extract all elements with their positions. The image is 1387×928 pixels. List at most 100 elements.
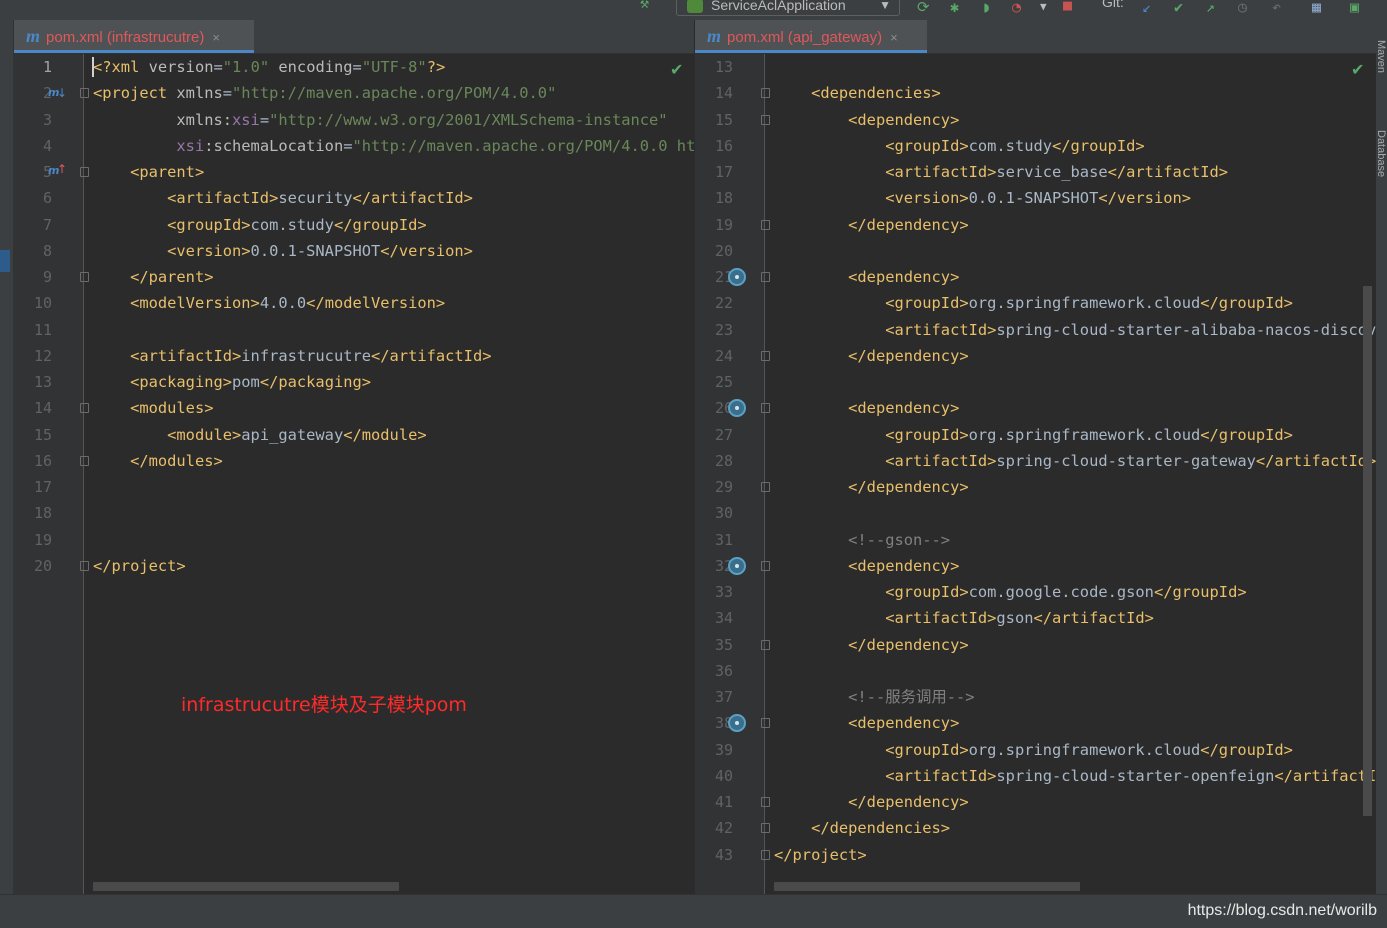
profile-icon[interactable]: ◔ xyxy=(1012,0,1021,15)
run-anything-icon[interactable]: ▣ xyxy=(1350,0,1359,15)
code-line[interactable]: <artifactId>infrastrucutre</artifactId> xyxy=(93,343,491,369)
code-line[interactable]: <artifactId>spring-cloud-starter-gateway… xyxy=(774,448,1376,474)
code-line[interactable]: <modelVersion>4.0.0</modelVersion> xyxy=(93,290,445,316)
code-line[interactable]: <dependency> xyxy=(774,553,959,579)
git-history-icon[interactable]: ◷ xyxy=(1238,0,1247,15)
code-line[interactable]: <dependencies> xyxy=(774,80,941,106)
tab-pom-infrastrucutre[interactable]: m pom.xml (infrastrucutre) × xyxy=(14,20,254,53)
fold-marker-icon[interactable] xyxy=(761,823,770,834)
fold-marker-icon[interactable] xyxy=(761,639,770,650)
code-line[interactable]: xmlns:xsi="http://www.w3.org/2001/XMLSch… xyxy=(93,107,667,133)
code-line[interactable]: <dependency> xyxy=(774,107,959,133)
maven-tool-button[interactable]: Maven xyxy=(1376,40,1387,73)
code-line[interactable]: <dependency> xyxy=(774,264,959,290)
code-line[interactable]: <artifactId>security</artifactId> xyxy=(93,185,473,211)
fold-marker-icon[interactable] xyxy=(80,403,89,414)
code-line[interactable]: </modules> xyxy=(93,448,223,474)
code-line[interactable]: <project xmlns="http://maven.apache.org/… xyxy=(93,80,556,106)
build-hammer-icon[interactable]: ⚒ xyxy=(640,0,649,11)
code-line[interactable]: xsi:schemaLocation="http://maven.apache.… xyxy=(93,133,694,159)
code-line[interactable]: <?xml version="1.0" encoding="UTF-8"?> xyxy=(93,54,445,80)
fold-marker-icon[interactable] xyxy=(761,350,770,361)
code-line[interactable]: <dependency> xyxy=(774,395,959,421)
fold-marker-icon[interactable] xyxy=(761,219,770,230)
code-line[interactable]: </dependency> xyxy=(774,212,968,238)
tab-label: pom.xml (infrastrucutre) xyxy=(46,29,205,46)
line-number: 24 xyxy=(714,346,733,365)
fold-marker-icon[interactable] xyxy=(80,167,89,177)
close-icon[interactable]: × xyxy=(212,30,220,45)
code-line[interactable]: </project> xyxy=(774,842,867,868)
left-editor-pane[interactable]: 1 <?xml version="1.0" encoding="UTF-8"?> 2… xyxy=(14,54,694,894)
code-line[interactable]: <groupId>org.springframework.cloud</grou… xyxy=(774,290,1293,316)
fold-marker-icon[interactable] xyxy=(761,482,770,492)
fold-marker-icon[interactable] xyxy=(80,272,89,282)
line-number: 16 xyxy=(33,451,52,470)
more-run-options-icon[interactable]: ▼ xyxy=(1040,0,1047,14)
line-number: 19 xyxy=(714,215,733,234)
right-editor-pane[interactable]: 13 14 <dependencies> 15 <dependency> 16 <gr… xyxy=(695,54,1376,894)
fold-marker-icon[interactable] xyxy=(80,88,89,99)
code-line[interactable]: <artifactId>spring-cloud-starter-openfei… xyxy=(774,763,1376,789)
code-line[interactable]: <dependency> xyxy=(774,710,959,736)
vertical-scrollbar[interactable] xyxy=(1363,286,1372,816)
git-push-icon[interactable]: ↗ xyxy=(1206,0,1215,15)
line-number: 14 xyxy=(714,84,733,103)
code-line[interactable]: </parent> xyxy=(93,264,213,290)
dependency-navigate-icon[interactable] xyxy=(728,556,746,575)
stop-icon[interactable]: ■ xyxy=(1063,0,1072,13)
code-line[interactable]: <groupId>com.study</groupId> xyxy=(774,133,1144,159)
code-line[interactable]: <artifactId>service_base</artifactId> xyxy=(774,159,1228,185)
line-number: 33 xyxy=(714,583,733,601)
run-icon[interactable]: ⟳ xyxy=(917,0,930,15)
code-line[interactable]: </dependency> xyxy=(774,474,968,500)
code-line[interactable]: </project> xyxy=(93,553,186,579)
tab-pom-api-gateway[interactable]: m pom.xml (api_gateway) × xyxy=(695,20,927,53)
project-structure-icon[interactable]: ▦ xyxy=(1312,0,1321,15)
code-line[interactable]: <version>0.0.1-SNAPSHOT</version> xyxy=(93,238,473,264)
fold-marker-icon[interactable] xyxy=(761,272,770,282)
code-line[interactable]: <groupId>com.google.code.gson</groupId> xyxy=(774,579,1246,605)
git-commit-icon[interactable]: ✔ xyxy=(1174,0,1183,15)
fold-marker-icon[interactable] xyxy=(761,403,770,414)
debug-icon[interactable]: ✱ xyxy=(950,0,959,15)
code-line[interactable]: <version>0.0.1-SNAPSHOT</version> xyxy=(774,185,1191,211)
git-update-icon[interactable]: ↙ xyxy=(1142,0,1151,15)
run-configuration-label: ServiceAclApplication xyxy=(711,0,846,13)
code-line[interactable]: <!--服务调用--> xyxy=(774,684,974,710)
database-tool-button[interactable]: Database xyxy=(1376,130,1387,177)
git-rollback-icon[interactable]: ↶ xyxy=(1272,0,1281,15)
code-line[interactable]: </dependency> xyxy=(774,343,968,369)
code-line[interactable]: </dependencies> xyxy=(774,815,950,841)
fold-marker-icon[interactable] xyxy=(761,560,770,571)
code-line[interactable]: <artifactId>spring-cloud-starter-alibaba… xyxy=(774,317,1376,343)
fold-marker-icon[interactable] xyxy=(761,849,770,860)
code-line[interactable]: <groupId>com.study</groupId> xyxy=(93,212,426,238)
fold-marker-icon[interactable] xyxy=(761,718,770,729)
close-icon[interactable]: × xyxy=(890,30,898,45)
fold-marker-icon[interactable] xyxy=(761,797,770,807)
code-line[interactable]: <modules> xyxy=(93,395,213,421)
project-tool-marker[interactable] xyxy=(0,250,10,272)
fold-marker-icon[interactable] xyxy=(80,560,89,571)
code-line[interactable]: <artifactId>gson</artifactId> xyxy=(774,605,1154,631)
code-line[interactable]: <packaging>pom</packaging> xyxy=(93,369,371,395)
code-line[interactable]: <module>api_gateway</module> xyxy=(93,422,426,448)
status-bar: https://blog.csdn.net/worilb xyxy=(0,894,1387,928)
horizontal-scrollbar[interactable] xyxy=(93,882,399,891)
fold-marker-icon[interactable] xyxy=(80,455,89,466)
code-line[interactable]: <groupId>org.springframework.cloud</grou… xyxy=(774,737,1293,763)
horizontal-scrollbar[interactable] xyxy=(774,882,1080,891)
code-line[interactable]: <parent> xyxy=(93,159,204,185)
code-line[interactable]: <!--gson--> xyxy=(774,527,950,553)
run-configuration-select[interactable]: ServiceAclApplication ▼ xyxy=(676,0,900,16)
line-number: 15 xyxy=(714,110,733,129)
fold-marker-icon[interactable] xyxy=(761,88,770,99)
code-line[interactable]: <groupId>org.springframework.cloud</grou… xyxy=(774,422,1293,448)
coverage-icon[interactable]: ◗ xyxy=(982,0,991,15)
code-line[interactable]: </dependency> xyxy=(774,789,968,815)
fold-marker-icon[interactable] xyxy=(761,114,770,125)
watermark: https://blog.csdn.net/worilb xyxy=(1187,902,1377,919)
code-line[interactable]: </dependency> xyxy=(774,632,968,658)
dependency-navigate-icon[interactable] xyxy=(728,268,746,286)
